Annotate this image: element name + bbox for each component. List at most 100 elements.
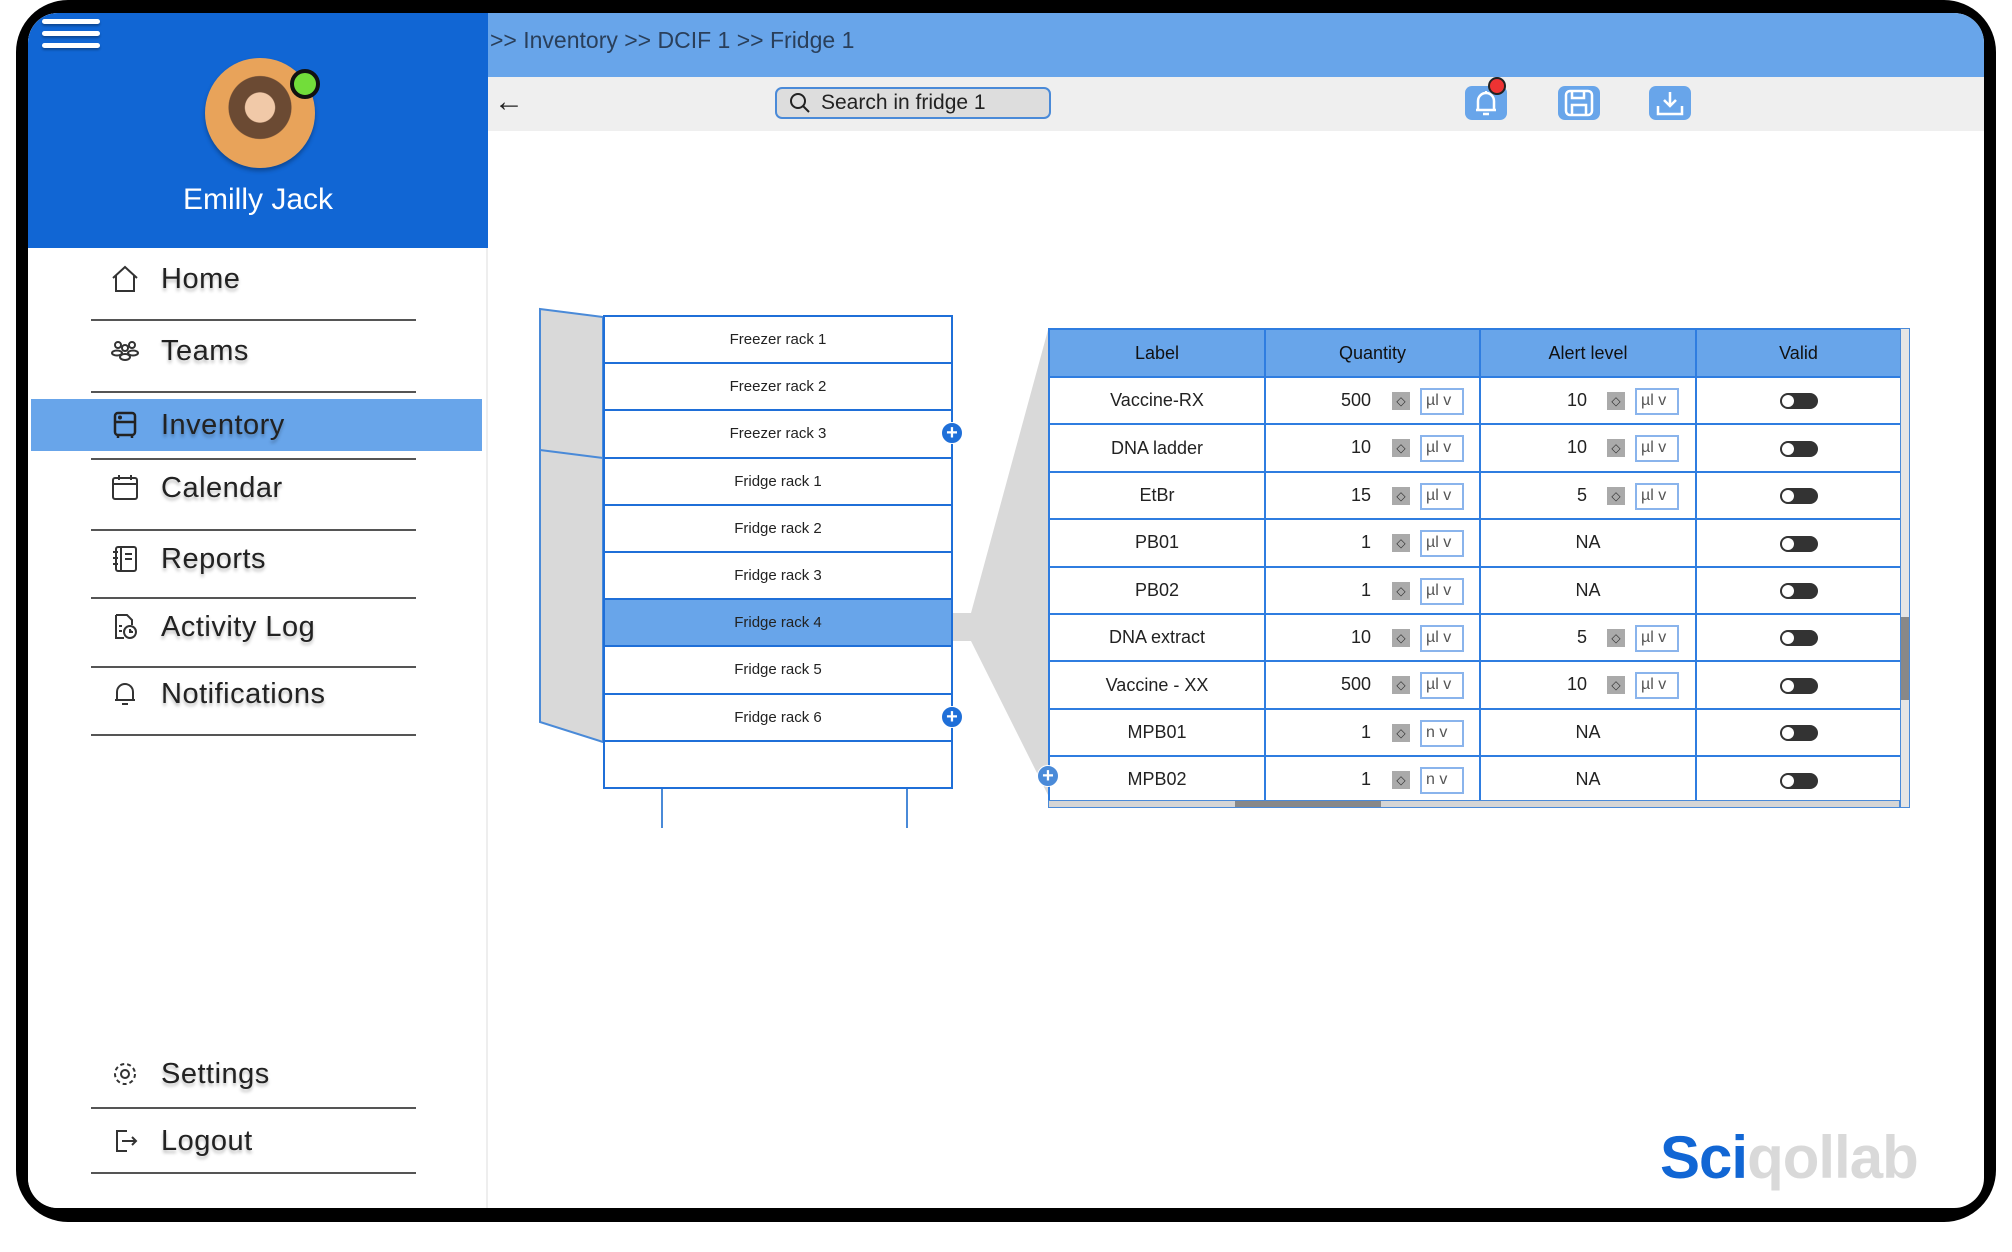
valid-toggle[interactable] xyxy=(1779,535,1818,552)
rack-fridge-rack-4[interactable]: Fridge rack 4 xyxy=(603,600,953,648)
quantity-value[interactable]: 15 xyxy=(1351,485,1371,506)
alert-level-cell: 10 ◇ µl v xyxy=(1479,375,1697,426)
rack-empty-slot[interactable] xyxy=(603,741,953,789)
valid-toggle[interactable] xyxy=(1779,725,1818,742)
quantity-value[interactable]: 10 xyxy=(1351,627,1371,648)
add-freezer-rack-button[interactable]: + xyxy=(941,422,963,444)
item-label[interactable]: MPB02 xyxy=(1048,755,1266,805)
rack-fridge-rack-1[interactable]: Fridge rack 1 xyxy=(603,458,953,506)
fridge-side-panel xyxy=(539,307,604,744)
valid-toggle[interactable] xyxy=(1779,677,1818,694)
item-label[interactable]: DNA ladder xyxy=(1048,423,1266,473)
stepper-icon[interactable]: ◇ xyxy=(1392,676,1410,695)
stepper-icon[interactable]: ◇ xyxy=(1607,486,1625,505)
quantity-unit-select[interactable]: µl v xyxy=(1420,577,1464,605)
stepper-icon[interactable]: ◇ xyxy=(1607,628,1625,647)
stepper-icon[interactable]: ◇ xyxy=(1392,534,1410,553)
rack-label: Fridge rack 5 xyxy=(734,661,822,679)
header-quantity[interactable]: Quantity xyxy=(1264,328,1481,378)
item-label[interactable]: EtBr xyxy=(1048,470,1266,521)
valid-toggle[interactable] xyxy=(1779,488,1818,505)
stepper-icon[interactable]: ◇ xyxy=(1607,676,1625,695)
quantity-cell: 1 ◇ n v xyxy=(1264,707,1481,758)
alert-level-value[interactable]: 5 xyxy=(1577,627,1587,648)
stepper-icon[interactable]: ◇ xyxy=(1392,439,1410,458)
alert-unit-select[interactable]: µl v xyxy=(1635,482,1679,510)
valid-toggle[interactable] xyxy=(1779,772,1818,789)
vertical-scrollbar-thumb[interactable] xyxy=(1901,617,1909,700)
header-alert-level[interactable]: Alert level xyxy=(1479,328,1697,378)
rack-label: Fridge rack 4 xyxy=(734,614,822,632)
stepper-icon[interactable]: ◇ xyxy=(1392,771,1410,790)
header-label[interactable]: Label xyxy=(1048,328,1266,378)
rack-fridge-rack-6[interactable]: Fridge rack 6 xyxy=(603,694,953,742)
rack-freezer-rack-3[interactable]: Freezer rack 3 xyxy=(603,411,953,459)
rack-fridge-rack-5[interactable]: Fridge rack 5 xyxy=(603,647,953,695)
stepper-icon[interactable]: ◇ xyxy=(1607,439,1625,458)
quantity-cell: 1 ◇ µl v xyxy=(1264,565,1481,615)
item-label[interactable]: PB02 xyxy=(1048,565,1266,615)
quantity-unit-select[interactable]: µl v xyxy=(1420,672,1464,700)
quantity-value[interactable]: 500 xyxy=(1341,390,1371,411)
vertical-scrollbar[interactable] xyxy=(1900,328,1910,808)
rack-freezer-rack-1[interactable]: Freezer rack 1 xyxy=(603,317,953,365)
horizontal-scrollbar-thumb[interactable] xyxy=(1235,801,1381,807)
quantity-unit-select[interactable]: n v xyxy=(1420,767,1464,795)
valid-toggle[interactable] xyxy=(1779,440,1818,457)
stepper-icon[interactable]: ◇ xyxy=(1392,486,1410,505)
quantity-unit-select[interactable]: µl v xyxy=(1420,388,1464,415)
rack-label: Fridge rack 2 xyxy=(734,519,822,537)
quantity-cell: 500 ◇ µl v xyxy=(1264,375,1481,426)
quantity-value[interactable]: 1 xyxy=(1361,580,1371,601)
quantity-unit-select[interactable]: µl v xyxy=(1420,482,1464,510)
quantity-value[interactable]: 1 xyxy=(1361,532,1371,553)
rack-fridge-rack-3[interactable]: Fridge rack 3 xyxy=(603,553,953,601)
header-valid[interactable]: Valid xyxy=(1695,328,1902,378)
sciqollab-logo: Sciqollab xyxy=(1660,1124,1919,1191)
quantity-unit-select[interactable]: n v xyxy=(1420,719,1464,747)
quantity-value[interactable]: 1 xyxy=(1361,769,1371,790)
table-row: Vaccine-RX 500 ◇ µl v 10 ◇ µl v xyxy=(1048,375,1902,426)
item-label[interactable]: Vaccine-RX xyxy=(1048,375,1266,426)
valid-cell xyxy=(1695,612,1902,663)
alert-level-cell: NA xyxy=(1479,565,1697,615)
quantity-unit-select[interactable]: µl v xyxy=(1420,530,1464,558)
valid-toggle[interactable] xyxy=(1779,393,1818,410)
rack-freezer-rack-2[interactable]: Freezer rack 2 xyxy=(603,364,953,412)
alert-level-value[interactable]: 10 xyxy=(1567,437,1587,458)
alert-unit-select[interactable]: µl v xyxy=(1635,624,1679,652)
app-screen: Emilly Jack Home Teams Inventory Calendar Re… xyxy=(28,13,1984,1208)
table-row: EtBr 15 ◇ µl v 5 ◇ µl v xyxy=(1048,470,1902,521)
alert-unit-select[interactable]: µl v xyxy=(1635,672,1679,700)
alert-unit-select[interactable]: µl v xyxy=(1635,388,1679,415)
alert-level-value[interactable]: 10 xyxy=(1567,390,1587,411)
quantity-unit-select[interactable]: µl v xyxy=(1420,435,1464,463)
add-item-button[interactable]: + xyxy=(1037,765,1059,787)
alert-level-value[interactable]: 5 xyxy=(1577,485,1587,506)
alert-unit-select[interactable]: µl v xyxy=(1635,435,1679,463)
stepper-icon[interactable]: ◇ xyxy=(1392,392,1410,410)
item-label[interactable]: DNA extract xyxy=(1048,612,1266,663)
stepper-icon[interactable]: ◇ xyxy=(1392,723,1410,742)
stepper-icon[interactable]: ◇ xyxy=(1607,392,1625,410)
quantity-unit-select[interactable]: µl v xyxy=(1420,624,1464,652)
quantity-value[interactable]: 10 xyxy=(1351,437,1371,458)
item-label[interactable]: Vaccine - XX xyxy=(1048,660,1266,710)
stepper-icon[interactable]: ◇ xyxy=(1392,628,1410,647)
rack-detail-connector xyxy=(953,330,1048,795)
horizontal-scrollbar[interactable] xyxy=(1048,800,1900,808)
quantity-value[interactable]: 1 xyxy=(1361,722,1371,743)
valid-toggle[interactable] xyxy=(1779,583,1818,599)
rack-fridge-rack-2[interactable]: Fridge rack 2 xyxy=(603,505,953,553)
valid-cell xyxy=(1695,470,1902,521)
add-fridge-rack-button[interactable]: + xyxy=(941,706,963,728)
alert-level-value[interactable]: 10 xyxy=(1567,674,1587,695)
rack-label: Freezer rack 3 xyxy=(729,425,827,443)
stepper-icon[interactable]: ◇ xyxy=(1392,581,1410,600)
quantity-value[interactable]: 500 xyxy=(1341,674,1371,695)
item-label[interactable]: PB01 xyxy=(1048,518,1266,568)
quantity-cell: 500 ◇ µl v xyxy=(1264,660,1481,710)
valid-toggle[interactable] xyxy=(1779,630,1818,647)
item-label[interactable]: MPB01 xyxy=(1048,707,1266,758)
quantity-cell: 15 ◇ µl v xyxy=(1264,470,1481,521)
